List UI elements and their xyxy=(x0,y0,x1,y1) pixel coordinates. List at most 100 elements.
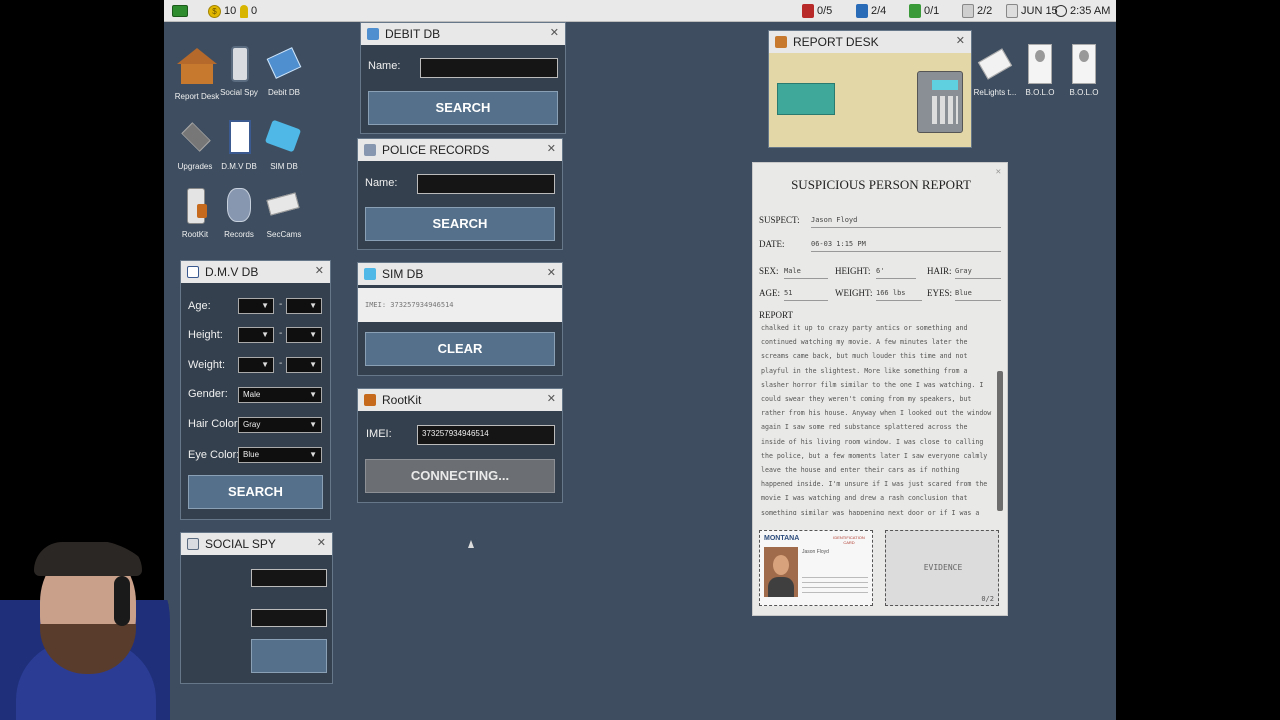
id-card-slot[interactable]: MONTANA IDENTIFICATION CARD Jason Floyd xyxy=(759,530,873,606)
weight-min-select[interactable]: ▼ xyxy=(238,357,274,373)
camera-icon xyxy=(264,186,304,226)
report-scrollbar[interactable] xyxy=(997,371,1003,511)
hair-value: Gray xyxy=(955,267,1001,279)
social-spy-input-2[interactable] xyxy=(251,609,327,627)
window-title-bar[interactable]: SOCIAL SPY ✕ xyxy=(181,533,332,555)
chip-icon xyxy=(175,118,215,158)
hair-color-select[interactable]: Gray ▼ xyxy=(238,417,322,433)
window-title-bar[interactable]: DEBIT DB ✕ xyxy=(361,23,565,45)
age-min-select[interactable]: ▼ xyxy=(238,298,274,314)
close-icon[interactable]: ✕ xyxy=(317,536,326,549)
gender-select[interactable]: Male ▼ xyxy=(238,387,322,403)
envelope-icon xyxy=(975,44,1015,84)
sim-db-window: SIM DB ✕ IMEI: 373257934946514 CLEAR xyxy=(357,262,563,376)
clipboard-green-icon xyxy=(909,4,921,18)
id-card-icon xyxy=(187,266,199,278)
card-icon xyxy=(264,44,304,84)
window-title-bar[interactable]: POLICE RECORDS ✕ xyxy=(358,139,562,161)
desktop-icon-debit-db[interactable]: Debit DB xyxy=(255,44,313,97)
window-title-bar[interactable]: REPORT DESK ✕ xyxy=(769,31,971,53)
sim-icon xyxy=(364,268,376,280)
weight-max-select[interactable]: ▼ xyxy=(286,357,322,373)
streamer-webcam xyxy=(0,540,170,720)
imei-input[interactable]: 373257934946514 xyxy=(417,425,555,445)
report-body-text[interactable]: chalked it up to crazy party antics or s… xyxy=(761,321,995,515)
hair-color-label: Hair Color: xyxy=(188,418,241,430)
computer-icon[interactable] xyxy=(172,3,188,19)
game-desktop: $ 10 0 0/5 2/4 0/1 2/2 JUN 15 2:35 AM Re… xyxy=(164,0,1116,720)
height-label: HEIGHT: xyxy=(835,266,871,276)
desktop-icon-seccams[interactable]: SecCams xyxy=(255,186,313,239)
suspicious-person-report: ✕ SUSPICIOUS PERSON REPORT SUSPECT: Jaso… xyxy=(752,162,1008,616)
search-button[interactable]: SEARCH xyxy=(368,91,558,125)
range-separator: - xyxy=(279,358,283,369)
age-max-select[interactable]: ▼ xyxy=(286,298,322,314)
desktop-icon-sim-db[interactable]: SIM DB xyxy=(255,118,313,171)
date-value: 06-03 1:15 PM xyxy=(811,240,1001,252)
close-icon[interactable]: ✕ xyxy=(547,266,556,279)
card-icon xyxy=(367,28,379,40)
telephone-icon[interactable] xyxy=(917,71,963,133)
id-photo xyxy=(764,547,798,597)
search-button[interactable]: SEARCH xyxy=(188,475,323,509)
name-label: Name: xyxy=(365,177,398,189)
house-icon xyxy=(775,36,787,48)
connecting-button[interactable]: CONNECTING... xyxy=(365,459,555,493)
debit-db-window: DEBIT DB ✕ Name: SEARCH xyxy=(360,22,566,134)
clear-button[interactable]: CLEAR xyxy=(365,332,555,366)
phone-hack-icon xyxy=(364,394,376,406)
window-title-bar[interactable]: SIM DB ✕ xyxy=(358,263,562,285)
suspect-value: Jason Floyd xyxy=(811,216,1001,228)
close-icon[interactable]: ✕ xyxy=(547,142,556,155)
dmv-db-window: D.M.V DB ✕ Age: ▼ - ▼ Height: ▼ - ▼ Weig… xyxy=(180,260,331,520)
name-input[interactable] xyxy=(417,174,555,194)
bolo-counter: 2/2 xyxy=(962,3,992,19)
phone-icon xyxy=(187,538,199,550)
eye-color-select[interactable]: Blue ▼ xyxy=(238,447,322,463)
height-max-select[interactable]: ▼ xyxy=(286,327,322,343)
top-status-bar: $ 10 0 0/5 2/4 0/1 2/2 JUN 15 2:35 AM xyxy=(164,0,1116,22)
police-records-window: POLICE RECORDS ✕ Name: SEARCH xyxy=(357,138,563,250)
close-icon[interactable]: ✕ xyxy=(315,264,324,277)
window-title-bar[interactable]: RootKit ✕ xyxy=(358,389,562,411)
range-separator: - xyxy=(279,299,283,310)
date-label: DATE: xyxy=(759,239,785,249)
mouse-cursor-icon xyxy=(468,540,474,548)
bolo-poster-icon xyxy=(1064,44,1104,84)
close-icon[interactable]: ✕ xyxy=(956,34,965,47)
report-label: REPORT xyxy=(759,310,793,320)
evidence-count: 0/2 xyxy=(981,595,994,603)
eye-color-label: Eye Color: xyxy=(188,449,240,461)
window-title-bar[interactable]: D.M.V DB ✕ xyxy=(181,261,330,283)
social-spy-button[interactable] xyxy=(251,639,327,673)
bolo-poster-icon xyxy=(1020,44,1060,84)
name-label: Name: xyxy=(368,60,401,72)
suspect-label: SUSPECT: xyxy=(759,215,800,225)
weight-value: 166 lbs xyxy=(876,289,922,301)
weight-label: WEIGHT: xyxy=(835,288,873,298)
sex-label: SEX: xyxy=(759,266,779,276)
name-input[interactable] xyxy=(420,58,558,78)
search-button[interactable]: SEARCH xyxy=(365,207,555,241)
clipboard-blue-icon xyxy=(856,4,868,18)
sex-value: Male xyxy=(784,267,828,279)
weight-label: Weight: xyxy=(188,359,226,371)
range-separator: - xyxy=(279,328,283,339)
folder-red-icon xyxy=(802,4,814,18)
id-details xyxy=(802,577,868,593)
social-spy-input-1[interactable] xyxy=(251,569,327,587)
evidence-label: EVIDENCE xyxy=(923,563,963,572)
evidence-slot[interactable]: EVIDENCE 0/2 xyxy=(885,530,999,606)
close-icon[interactable]: ✕ xyxy=(996,167,1001,177)
height-min-select[interactable]: ▼ xyxy=(238,327,274,343)
desktop-icon-bolo-2[interactable]: B.O.L.O xyxy=(1055,44,1113,97)
close-icon[interactable]: ✕ xyxy=(550,26,559,39)
gender-label: Gender: xyxy=(188,388,228,400)
close-icon[interactable]: ✕ xyxy=(547,392,556,405)
key-counter: 0 xyxy=(240,3,257,19)
hair-label: HAIR: xyxy=(927,266,952,276)
calendar-icon xyxy=(1006,4,1018,18)
social-spy-window: SOCIAL SPY ✕ xyxy=(180,532,333,684)
report-desk-window: REPORT DESK ✕ xyxy=(768,30,972,148)
fax-tray-icon[interactable] xyxy=(777,83,835,115)
